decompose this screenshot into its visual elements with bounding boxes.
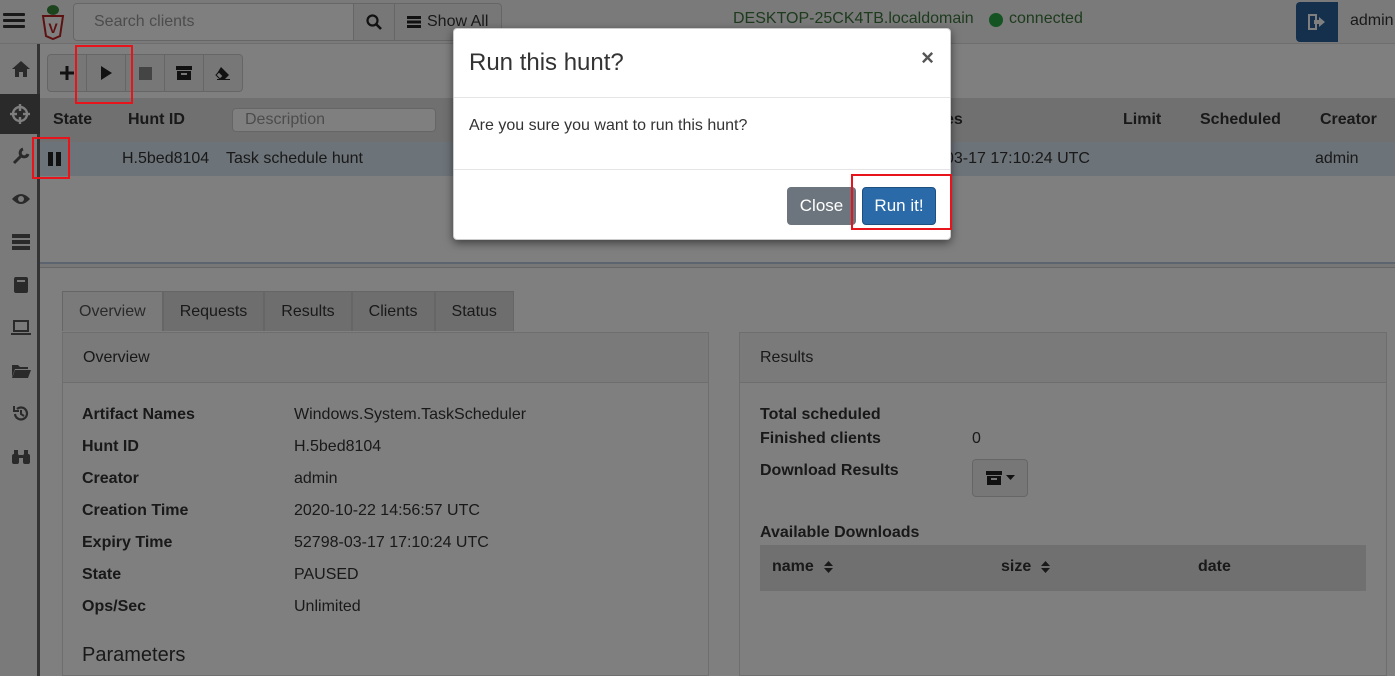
paused-state-highlight (32, 137, 70, 179)
dialog-body: Are you sure you want to run this hunt? (454, 98, 950, 170)
close-button[interactable]: Close (787, 187, 856, 225)
run-it-highlight (851, 174, 952, 230)
run-button-highlight (75, 45, 133, 104)
close-icon[interactable]: × (921, 45, 934, 71)
dialog-title: Run this hunt? (469, 49, 624, 76)
dialog-header: Run this hunt? × (454, 29, 950, 98)
